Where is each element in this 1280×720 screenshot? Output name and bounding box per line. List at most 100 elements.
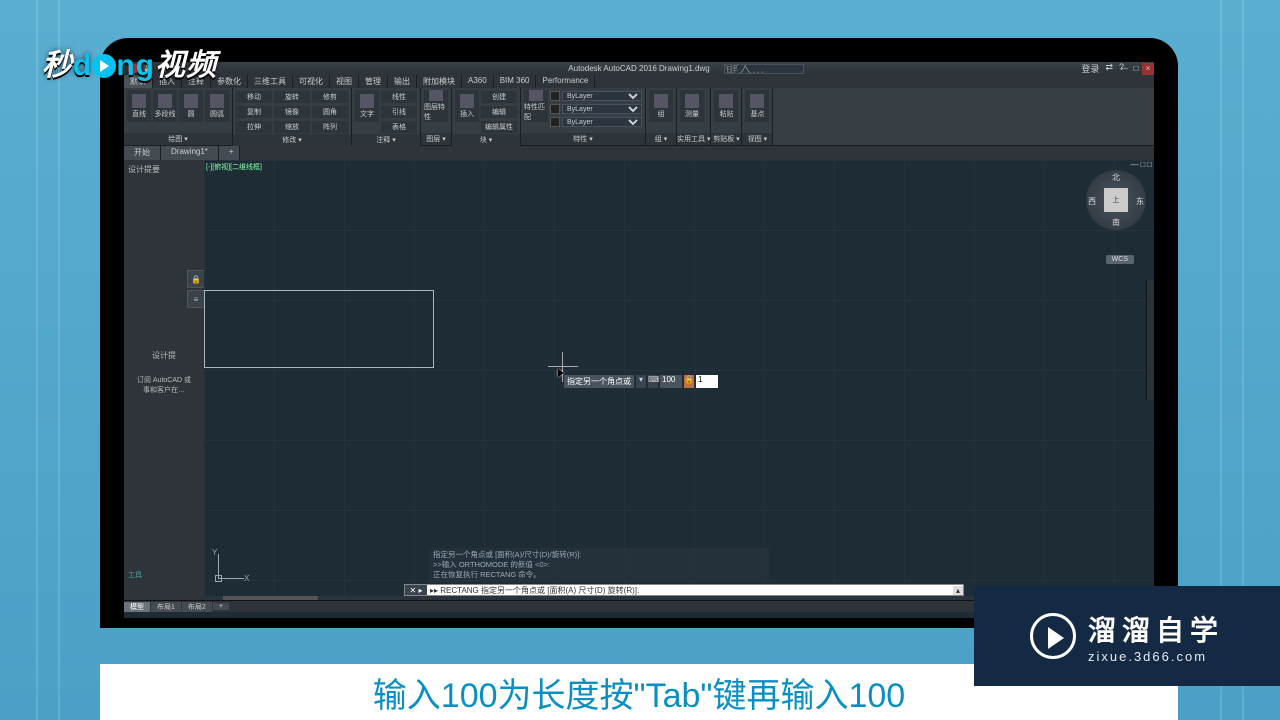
close-button[interactable]: ×	[1142, 63, 1154, 75]
brand-play-icon	[1030, 613, 1076, 659]
dynamic-input: 指定另一个角点或 ▾ ⌨ 100 🔒 1	[564, 375, 718, 388]
ribbon-btn-拉伸[interactable]: 拉伸	[236, 121, 272, 133]
ribbon-btn-插入[interactable]: 插入	[455, 90, 479, 122]
dyn-dropdown-icon[interactable]: ▾	[636, 375, 646, 388]
autocad-window: 💾 ↶ ↷ Autodesk AutoCAD 2016 Drawing1.dwg…	[124, 62, 1154, 618]
prop-select-ByLayer[interactable]: ByLayer	[562, 104, 642, 114]
video-logo: 秒dng视频	[42, 40, 217, 84]
ribbon-btn-修剪[interactable]: 修剪	[312, 91, 348, 103]
tab-start[interactable]: 开始	[124, 146, 161, 160]
cmd-history-line: >>输入 ORTHOMODE 的新值 <0>:	[433, 560, 765, 570]
ribbon-btn-表格[interactable]: 表格	[381, 121, 417, 133]
panel-label[interactable]: 特性 ▾	[521, 133, 645, 145]
model-canvas[interactable]: [-][俯视][二维线框] — □ □ 上 北 南 东 西 WCS	[204, 160, 1154, 600]
panel-label[interactable]: 组 ▾	[646, 133, 676, 145]
min-button[interactable]: —	[1118, 63, 1130, 75]
panel-label[interactable]: 注释 ▾	[352, 134, 420, 146]
ribbon-btn-组[interactable]: 组	[649, 90, 673, 122]
ucs-y-label: Y	[212, 548, 217, 557]
max-button[interactable]: □	[1130, 63, 1142, 75]
ribbon-panel-注释: 文字线性引线表格注释 ▾	[352, 88, 421, 145]
list-icon[interactable]: ≡	[187, 290, 205, 308]
ribbon-tab-7[interactable]: 管理	[359, 75, 388, 88]
dyn-width-input[interactable]: 100	[660, 375, 682, 388]
panel-label[interactable]: 绘图 ▾	[124, 133, 232, 145]
vp-close-icon[interactable]: □	[1147, 160, 1152, 169]
ribbon-btn-复制[interactable]: 复制	[236, 106, 272, 118]
ribbon-tab-5[interactable]: 可视化	[293, 75, 330, 88]
nav-bar[interactable]	[1146, 280, 1154, 400]
ribbon-btn-镜像[interactable]: 镜像	[274, 106, 310, 118]
wcs-badge[interactable]: WCS	[1106, 255, 1134, 264]
ribbon-panel-绘图: 直线多段线圆圆弧绘图 ▾	[124, 88, 233, 145]
prop-select-ByLayer[interactable]: ByLayer	[562, 91, 642, 101]
ribbon-btn-编辑属性[interactable]: 编辑属性	[481, 121, 517, 133]
design-feed-panel: 设计提要 🔒 ≡ 设计提 订阅 AutoCAD 或 事和客户在… 工具	[124, 160, 204, 600]
ribbon-btn-圆角[interactable]: 圆角	[312, 106, 348, 118]
tab-new[interactable]: +	[219, 146, 240, 160]
cmd-line-icon[interactable]: ✕ ▸	[405, 585, 427, 595]
ribbon-tab-6[interactable]: 视图	[330, 75, 359, 88]
layout-tab-布局2[interactable]: 布局2	[182, 602, 212, 612]
tab-drawing1[interactable]: Drawing1*	[161, 146, 219, 160]
ribbon-tab-12[interactable]: Performance	[536, 75, 595, 88]
ribbon-btn-旋转[interactable]: 旋转	[274, 91, 310, 103]
ribbon-btn-移动[interactable]: 移动	[236, 91, 272, 103]
viewcube-west[interactable]: 西	[1088, 196, 1096, 207]
layout-tab-模型[interactable]: 模型	[124, 602, 150, 612]
help-search-input[interactable]	[724, 64, 804, 74]
viewcube-top[interactable]: 上	[1104, 188, 1128, 212]
side-link[interactable]: 工具	[128, 570, 142, 580]
ribbon-btn-缩放[interactable]: 缩放	[274, 121, 310, 133]
viewcube-south[interactable]: 南	[1112, 217, 1120, 228]
ribbon-btn-圆弧[interactable]: 圆弧	[205, 90, 229, 122]
ribbon-btn-圆[interactable]: 圆	[179, 90, 203, 122]
dyn-height-input[interactable]: 1	[696, 375, 718, 388]
ribbon-btn-线性[interactable]: 线性	[381, 91, 417, 103]
cmd-line-arrow-icon[interactable]: ▴	[953, 586, 963, 595]
ribbon-btn-创建[interactable]: 创建	[481, 91, 517, 103]
vp-min-icon[interactable]: —	[1130, 160, 1138, 169]
ribbon-panel-剪贴板: 粘贴剪贴板 ▾	[711, 88, 742, 145]
logo-text-d: 视频	[155, 49, 217, 82]
layout-tab-布局1[interactable]: 布局1	[151, 602, 181, 612]
panel-label[interactable]: 剪贴板 ▾	[711, 133, 741, 145]
panel-label[interactable]: 修改 ▾	[233, 134, 351, 146]
ribbon-tab-4[interactable]: 三维工具	[248, 75, 293, 88]
viewcube[interactable]: 上 北 南 东 西	[1086, 170, 1146, 230]
lock-icon[interactable]: 🔒	[187, 270, 205, 288]
panel-label[interactable]: 实用工具 ▾	[677, 133, 710, 145]
ribbon-btn-图层特性[interactable]: 图层特性	[424, 90, 448, 122]
ribbon-btn-文字[interactable]: 文字	[355, 90, 379, 122]
ribbon-btn-基点[interactable]: 基点	[745, 90, 769, 122]
ribbon-btn-粘贴[interactable]: 粘贴	[714, 90, 738, 122]
panel-label[interactable]: 块 ▾	[452, 134, 520, 146]
command-line[interactable]: ✕ ▸ ▸▸ RECTANG 指定另一个角点或 [面积(A) 尺寸(D) 旋转(…	[404, 584, 964, 596]
panel-label[interactable]: 图层 ▾	[421, 133, 451, 145]
exchange-icon[interactable]: ⇄	[1105, 62, 1113, 75]
ribbon-tab-11[interactable]: BIM 360	[494, 75, 537, 88]
login-link[interactable]: 登录	[1081, 62, 1099, 75]
ribbon-btn-特性匹配[interactable]: 特性匹配	[524, 90, 548, 122]
prop-select-ByLayer[interactable]: ByLayer	[562, 117, 642, 127]
ribbon-tab-9[interactable]: 附加模块	[417, 75, 462, 88]
ribbon-btn-直线[interactable]: 直线	[127, 90, 151, 122]
ribbon-panel-修改: 移动旋转修剪复制镜像圆角拉伸缩放阵列修改 ▾	[233, 88, 352, 145]
brand-watermark: 溜溜自学 zixue.3d66.com	[974, 586, 1280, 686]
ribbon-tab-10[interactable]: A360	[462, 75, 494, 88]
ribbon-btn-多段线[interactable]: 多段线	[153, 90, 177, 122]
viewcube-north[interactable]: 北	[1112, 172, 1120, 183]
view-label[interactable]: [-][俯视][二维线框]	[206, 162, 262, 172]
layout-tab-+[interactable]: +	[213, 603, 229, 610]
ribbon-btn-编辑[interactable]: 编辑	[481, 106, 517, 118]
cmd-line-text[interactable]: ▸▸ RECTANG 指定另一个角点或 [面积(A) 尺寸(D) 旋转(R)]:	[427, 585, 953, 596]
ribbon-btn-测量[interactable]: 测量	[680, 90, 704, 122]
vp-max-icon[interactable]: □	[1140, 160, 1145, 169]
ribbon-btn-阵列[interactable]: 阵列	[312, 121, 348, 133]
ribbon-panel-实用工具: 测量实用工具 ▾	[677, 88, 711, 145]
ribbon-btn-引线[interactable]: 引线	[381, 106, 417, 118]
viewcube-east[interactable]: 东	[1136, 196, 1144, 207]
panel-label[interactable]: 视图 ▾	[742, 133, 772, 145]
ribbon-tab-8[interactable]: 输出	[388, 75, 417, 88]
side-panel-title: 设计提要	[128, 164, 200, 175]
